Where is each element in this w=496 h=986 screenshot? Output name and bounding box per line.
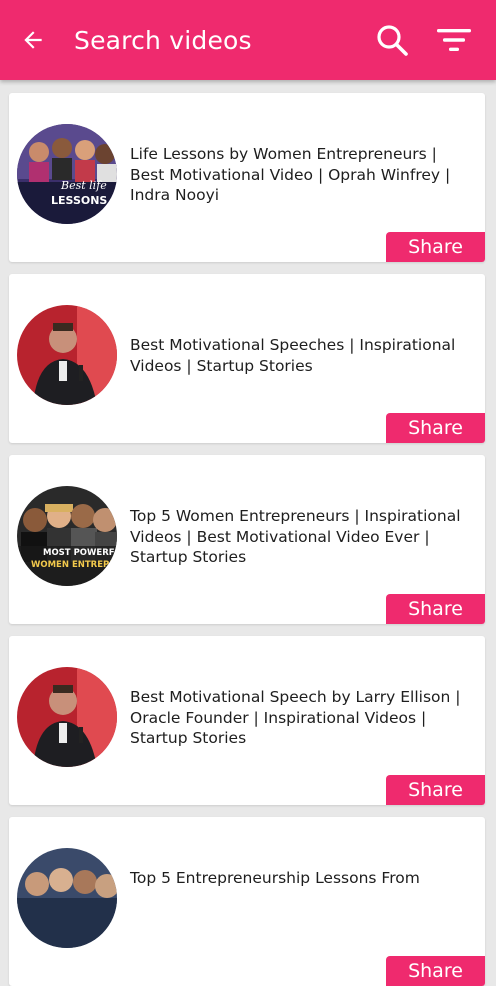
video-card[interactable]: Top 5 Entrepreneurship Lessons From Shar… xyxy=(9,817,485,986)
thumbnail-caption: LESSONS xyxy=(51,194,108,207)
video-card[interactable]: Best life LESSONS Life Lessons by Women … xyxy=(9,93,485,262)
search-button[interactable] xyxy=(372,20,412,60)
filter-button[interactable] xyxy=(434,20,474,60)
video-card[interactable]: Best Motivational Speech by Larry Elliso… xyxy=(9,636,485,805)
share-button[interactable]: Share xyxy=(386,232,485,262)
filter-icon xyxy=(437,29,471,51)
video-thumbnail[interactable] xyxy=(17,848,117,948)
video-card[interactable]: Best Motivational Speeches | Inspiration… xyxy=(9,274,485,443)
thumbnail-caption: WOMEN ENTREPR xyxy=(31,560,116,570)
page-title: Search videos xyxy=(74,25,252,55)
share-button[interactable]: Share xyxy=(386,775,485,805)
thumbnail-caption: Best life xyxy=(61,179,107,192)
arrow-back-icon xyxy=(24,31,42,49)
video-thumbnail[interactable] xyxy=(17,305,117,405)
thumbnail-caption: MOST POWERF xyxy=(43,548,115,558)
share-button[interactable]: Share xyxy=(386,594,485,624)
video-thumbnail[interactable]: MOST POWERF WOMEN ENTREPR xyxy=(17,486,117,586)
video-title[interactable]: Top 5 Entrepreneurship Lessons From xyxy=(130,868,476,889)
back-button[interactable] xyxy=(16,23,50,57)
share-button[interactable]: Share xyxy=(386,956,485,986)
share-button[interactable]: Share xyxy=(386,413,485,443)
video-title[interactable]: Top 5 Women Entrepreneurs | Inspirationa… xyxy=(130,506,476,568)
video-card[interactable]: MOST POWERF WOMEN ENTREPR Top 5 Women En… xyxy=(9,455,485,624)
video-title[interactable]: Life Lessons by Women Entrepreneurs | Be… xyxy=(130,144,476,206)
app-bar: Search videos xyxy=(0,0,496,80)
video-title[interactable]: Best Motivational Speech by Larry Elliso… xyxy=(130,687,476,749)
video-thumbnail[interactable] xyxy=(17,667,117,767)
video-title[interactable]: Best Motivational Speeches | Inspiration… xyxy=(130,335,476,376)
video-thumbnail[interactable]: Best life LESSONS xyxy=(17,124,117,224)
search-icon xyxy=(377,25,408,56)
